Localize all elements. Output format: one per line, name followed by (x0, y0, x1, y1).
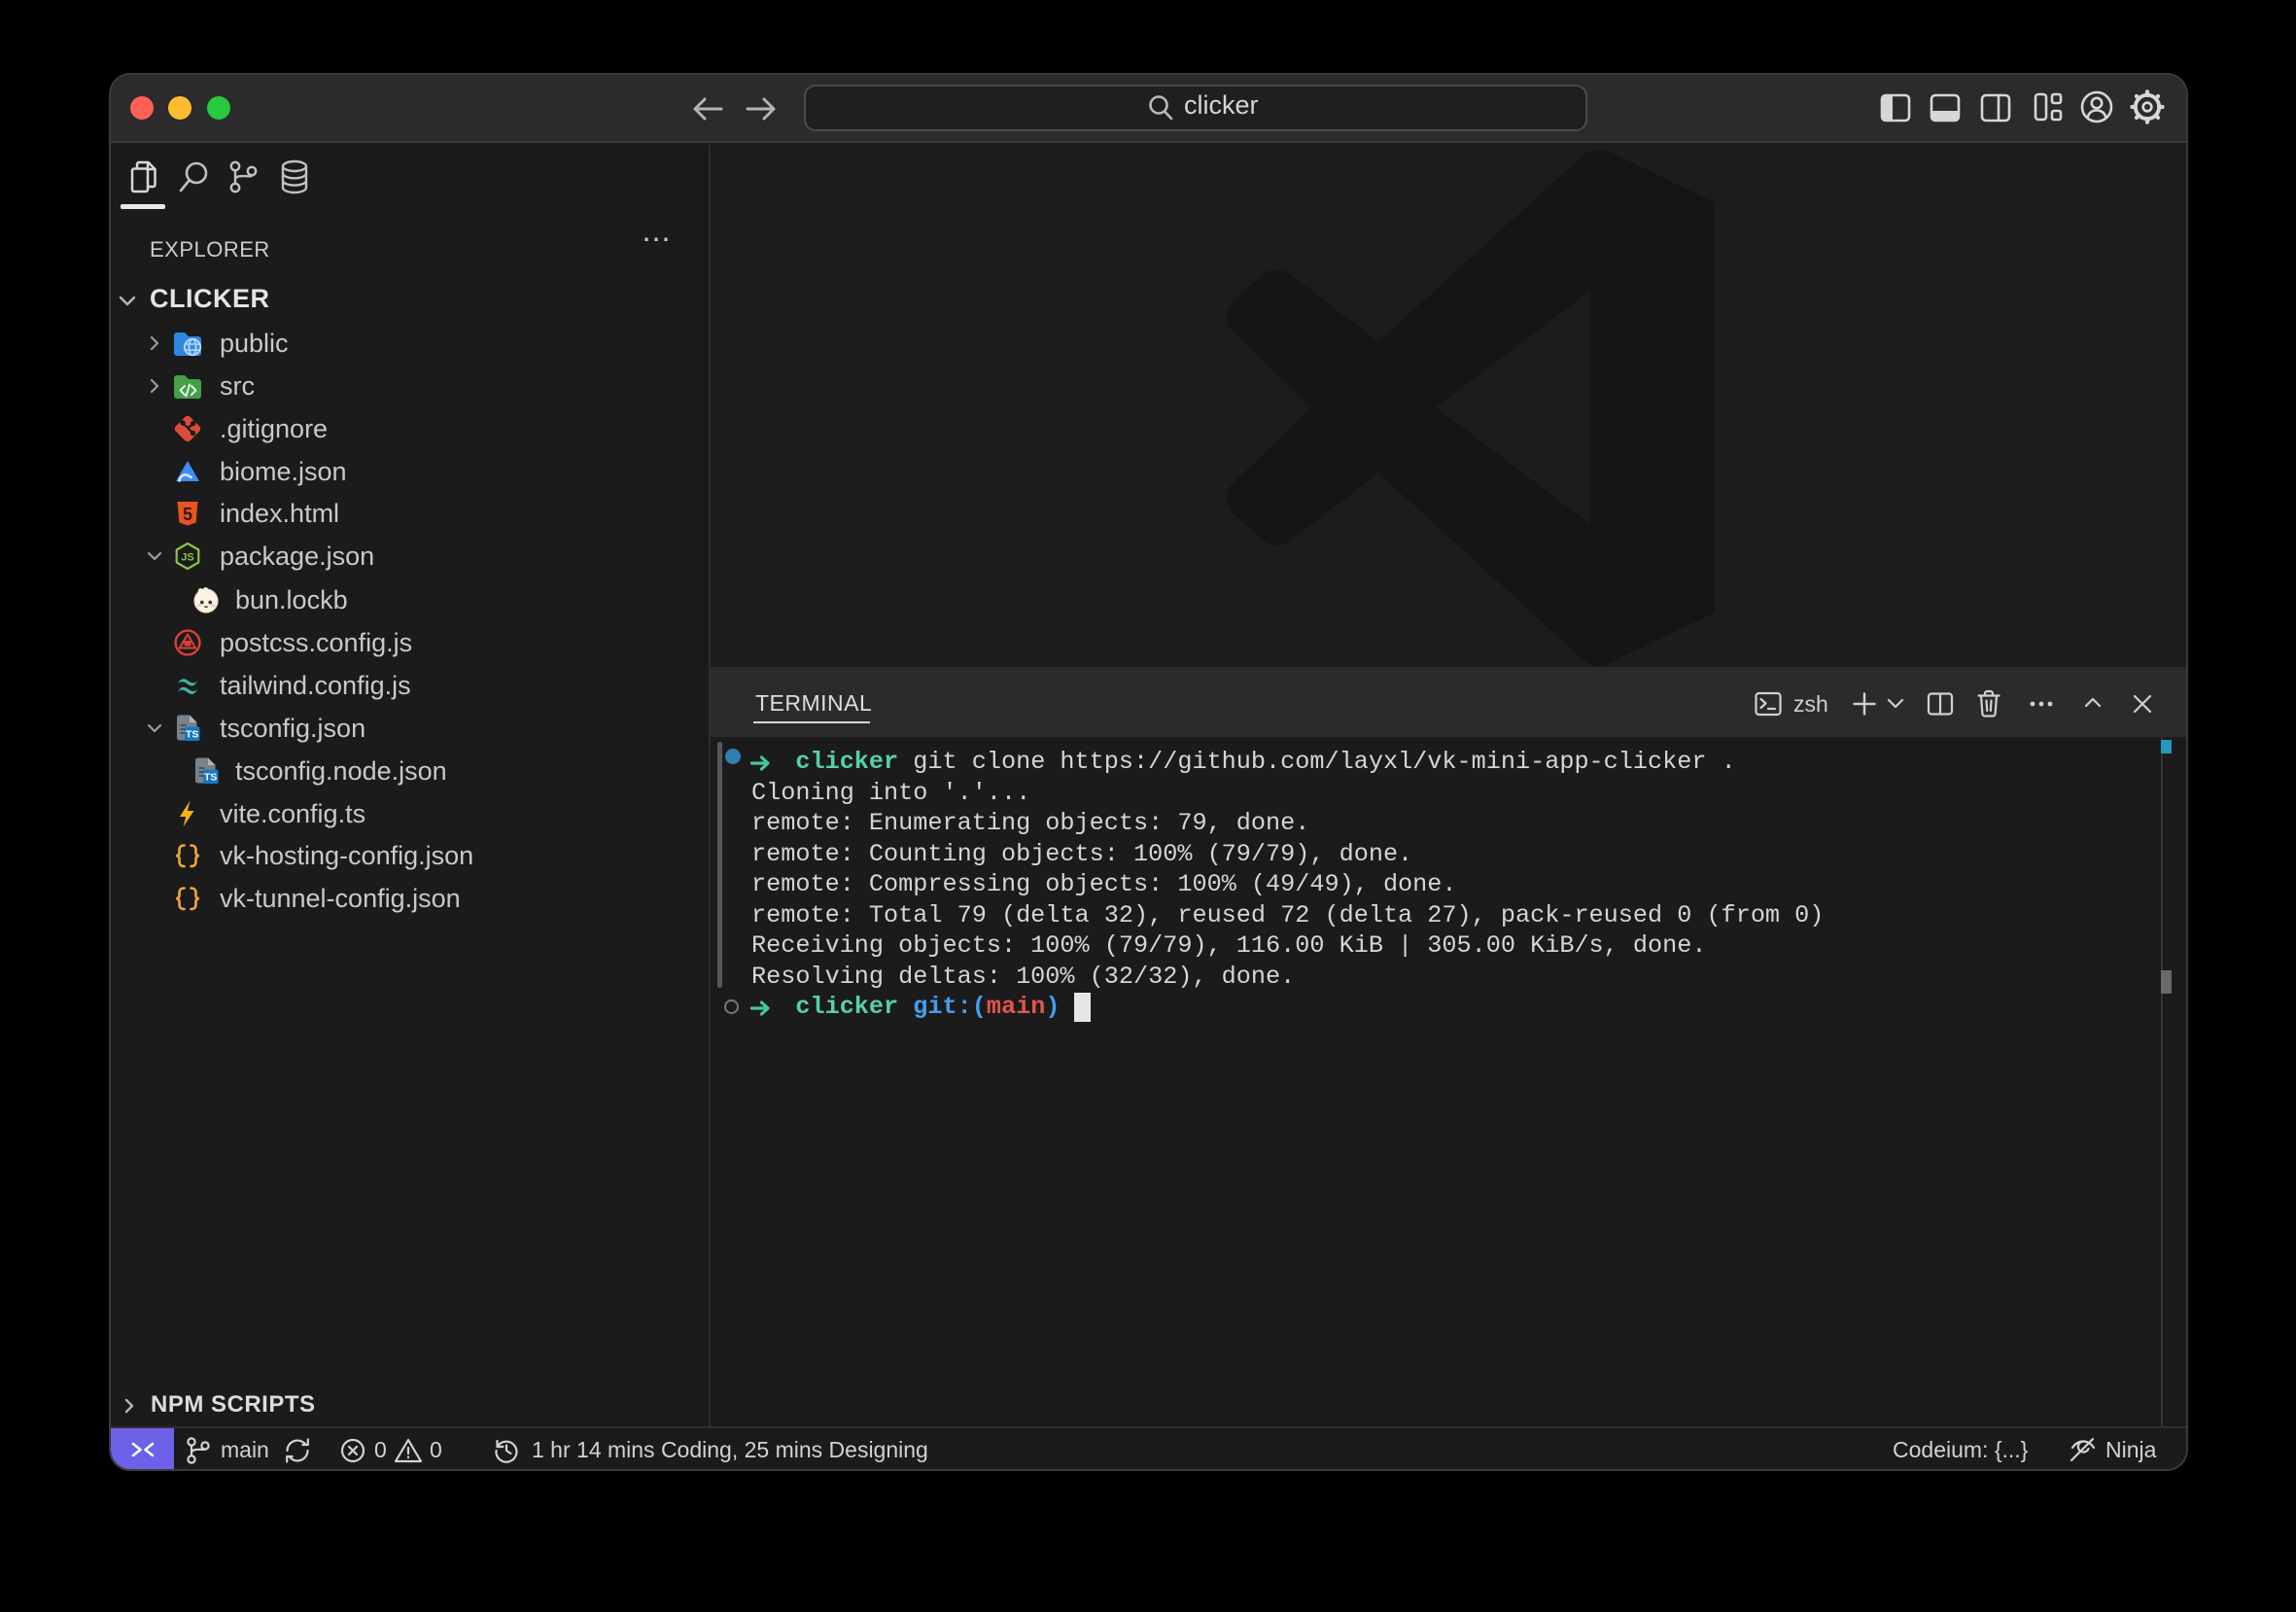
svg-text:JS: JS (181, 552, 193, 564)
svg-text:5: 5 (183, 505, 192, 524)
svg-text:TS: TS (186, 729, 198, 741)
svg-text:TS: TS (204, 772, 217, 784)
